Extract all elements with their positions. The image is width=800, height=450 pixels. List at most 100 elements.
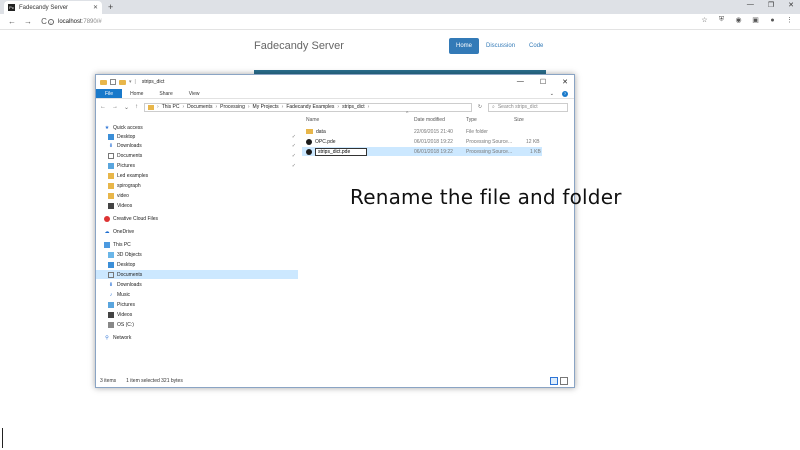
document-icon	[108, 271, 114, 278]
reload-button[interactable]: C	[40, 17, 48, 26]
recent-locations-icon[interactable]: ⌄	[124, 104, 129, 111]
desktop-icon	[108, 133, 114, 140]
breadcrumb-fadecandy-examples[interactable]: Fadecandy Examples	[286, 104, 334, 110]
sidebar-item-label: Documents	[117, 152, 143, 159]
sidebar-item-downloads-pinned[interactable]: ⬇ Downloads ✓	[108, 141, 298, 150]
properties-icon[interactable]	[110, 79, 116, 85]
rename-input[interactable]	[315, 147, 367, 156]
sidebar-item-videos[interactable]: Videos	[108, 310, 298, 319]
extension-icons: ☆ ⛨ ◉ ▣ ● ⋮	[700, 16, 794, 24]
camera-icon[interactable]: ◉	[734, 16, 743, 24]
sidebar-item-pictures-pinned[interactable]: Pictures ✓	[108, 161, 298, 170]
sidebar-item-label: OS (C:)	[117, 321, 134, 328]
explorer-forward-icon[interactable]: →	[112, 104, 118, 111]
breadcrumb-documents[interactable]: Documents	[187, 104, 212, 110]
explorer-close-button[interactable]: ✕	[562, 78, 568, 86]
breadcrumb-processing[interactable]: Processing	[220, 104, 245, 110]
sidebar-item-documents-pinned[interactable]: Documents ✓	[108, 151, 298, 160]
file-row-opc[interactable]: OPC.pde 06/01/2018 19:22 Processing Sour…	[302, 137, 542, 146]
menu-icon[interactable]: ⋮	[785, 16, 794, 24]
help-icon[interactable]: ?	[562, 91, 568, 97]
customize-icon[interactable]: ▾	[129, 79, 132, 85]
picture-icon	[108, 301, 114, 308]
back-button[interactable]: ←	[8, 17, 16, 26]
explorer-minimize-button[interactable]: —	[517, 78, 524, 86]
breadcrumb-this-pc[interactable]: This PC	[162, 104, 180, 110]
star-icon[interactable]: ☆	[700, 16, 709, 24]
tab-file[interactable]: File	[96, 89, 123, 98]
pin-icon: ✓	[291, 142, 296, 149]
minimize-button[interactable]: —	[747, 1, 754, 9]
tab-view[interactable]: View	[181, 89, 208, 98]
refresh-icon[interactable]: ↻	[472, 104, 488, 110]
sidebar-item-3d-objects[interactable]: 3D Objects	[108, 250, 298, 259]
expand-ribbon-icon[interactable]: ⌄	[542, 89, 562, 98]
ribbon-tabs: File Home Share View ⌄ ?	[96, 89, 574, 99]
tab-close-icon[interactable]: ✕	[93, 4, 98, 11]
account-icon[interactable]: ●	[768, 17, 777, 24]
breadcrumb-strips-dict[interactable]: strips_dict	[342, 104, 365, 110]
explorer-titlebar: ▾ | strips_dict — ☐ ✕	[96, 75, 574, 89]
file-date: 22/09/2015 21:40	[414, 128, 453, 135]
sidebar-item-videos-quick[interactable]: Videos	[108, 201, 298, 210]
tab-share[interactable]: Share	[151, 89, 180, 98]
computer-icon	[104, 241, 110, 248]
new-folder-icon[interactable]	[119, 79, 126, 85]
column-name[interactable]: Name	[306, 115, 319, 124]
explorer-search-input[interactable]: ⌕ Search strips_dict	[488, 102, 569, 112]
explorer-maximize-button[interactable]: ☐	[540, 78, 546, 86]
file-date: 06/01/2018 19:22	[414, 148, 453, 155]
sidebar-item-desktop-pinned[interactable]: Desktop ✓	[108, 132, 298, 141]
column-size[interactable]: Size	[514, 115, 524, 124]
sidebar-item-network[interactable]: ⚲ Network	[104, 333, 298, 342]
browser-tab[interactable]: Pc Fadecandy Server ✕	[4, 1, 102, 14]
video-icon	[108, 202, 114, 209]
creative-cloud-icon	[104, 215, 110, 222]
cube-icon	[108, 251, 114, 258]
column-date-modified[interactable]: Date modified	[414, 115, 445, 124]
up-folder-icon[interactable]: ↑	[135, 104, 138, 111]
sidebar-item-spirograph[interactable]: spirograph	[108, 181, 298, 190]
new-tab-button[interactable]: +	[108, 2, 113, 12]
sidebar-item-documents[interactable]: Documents	[96, 270, 298, 279]
sidebar-item-label: Downloads	[117, 281, 142, 288]
details-view-icon[interactable]	[550, 377, 558, 385]
nav-home[interactable]: Home	[449, 38, 480, 54]
nav-discussion[interactable]: Discussion	[479, 38, 522, 54]
explorer-window-controls: — ☐ ✕	[517, 78, 568, 86]
sidebar-item-onedrive[interactable]: ☁ OneDrive	[104, 227, 298, 236]
search-icon: ⌕	[492, 104, 495, 110]
sidebar-item-this-pc[interactable]: This PC	[104, 240, 298, 249]
sidebar-item-os-drive[interactable]: OS (C:)	[108, 320, 298, 329]
close-button[interactable]: ✕	[788, 1, 794, 9]
site-info-icon[interactable]: i	[48, 18, 54, 25]
sidebar-item-led-examples[interactable]: Led examples	[108, 171, 298, 180]
large-icons-view-icon[interactable]	[560, 377, 568, 385]
sidebar-item-downloads[interactable]: ⬇ Downloads	[108, 280, 298, 289]
network-icon: ⚲	[105, 334, 109, 341]
sidebar-item-label: Pictures	[117, 162, 136, 169]
sidebar-item-video[interactable]: video	[108, 191, 298, 200]
address-bar[interactable]: i localhost :7890/#	[48, 15, 710, 28]
breadcrumb-my-projects[interactable]: My Projects	[253, 104, 279, 110]
file-row-data[interactable]: data 22/09/2015 21:40 File folder	[302, 127, 542, 136]
column-type[interactable]: Type	[466, 115, 477, 124]
explorer-title: strips_dict	[141, 79, 165, 85]
browser-window-controls: — ❐ ✕	[747, 1, 794, 9]
sidebar-item-music[interactable]: ♪ Music	[108, 290, 298, 299]
sidebar-item-desktop[interactable]: Desktop	[108, 260, 298, 269]
sidebar-item-creative-cloud[interactable]: Creative Cloud Files	[104, 214, 298, 223]
forward-button[interactable]: →	[24, 17, 32, 26]
tab-home[interactable]: Home	[122, 89, 151, 98]
file-row-strips-dict[interactable]: 06/01/2018 19:22 Processing Source... 1 …	[302, 147, 542, 156]
explorer-address-bar[interactable]: › This PC › Documents › Processing › My …	[144, 102, 473, 112]
explorer-status-bar: 3 items 1 item selected 321 bytes	[100, 376, 570, 385]
file-type: Processing Source...	[466, 138, 513, 145]
explorer-back-icon[interactable]: ←	[100, 104, 106, 111]
nav-code[interactable]: Code	[522, 38, 550, 54]
restore-button[interactable]: ❐	[768, 1, 774, 9]
sidebar-item-quick-access[interactable]: ★ Quick access	[104, 123, 298, 132]
sidebar-item-pictures[interactable]: Pictures	[108, 300, 298, 309]
extension-icon[interactable]: ▣	[751, 16, 760, 24]
shield-icon[interactable]: ⛨	[717, 16, 726, 24]
